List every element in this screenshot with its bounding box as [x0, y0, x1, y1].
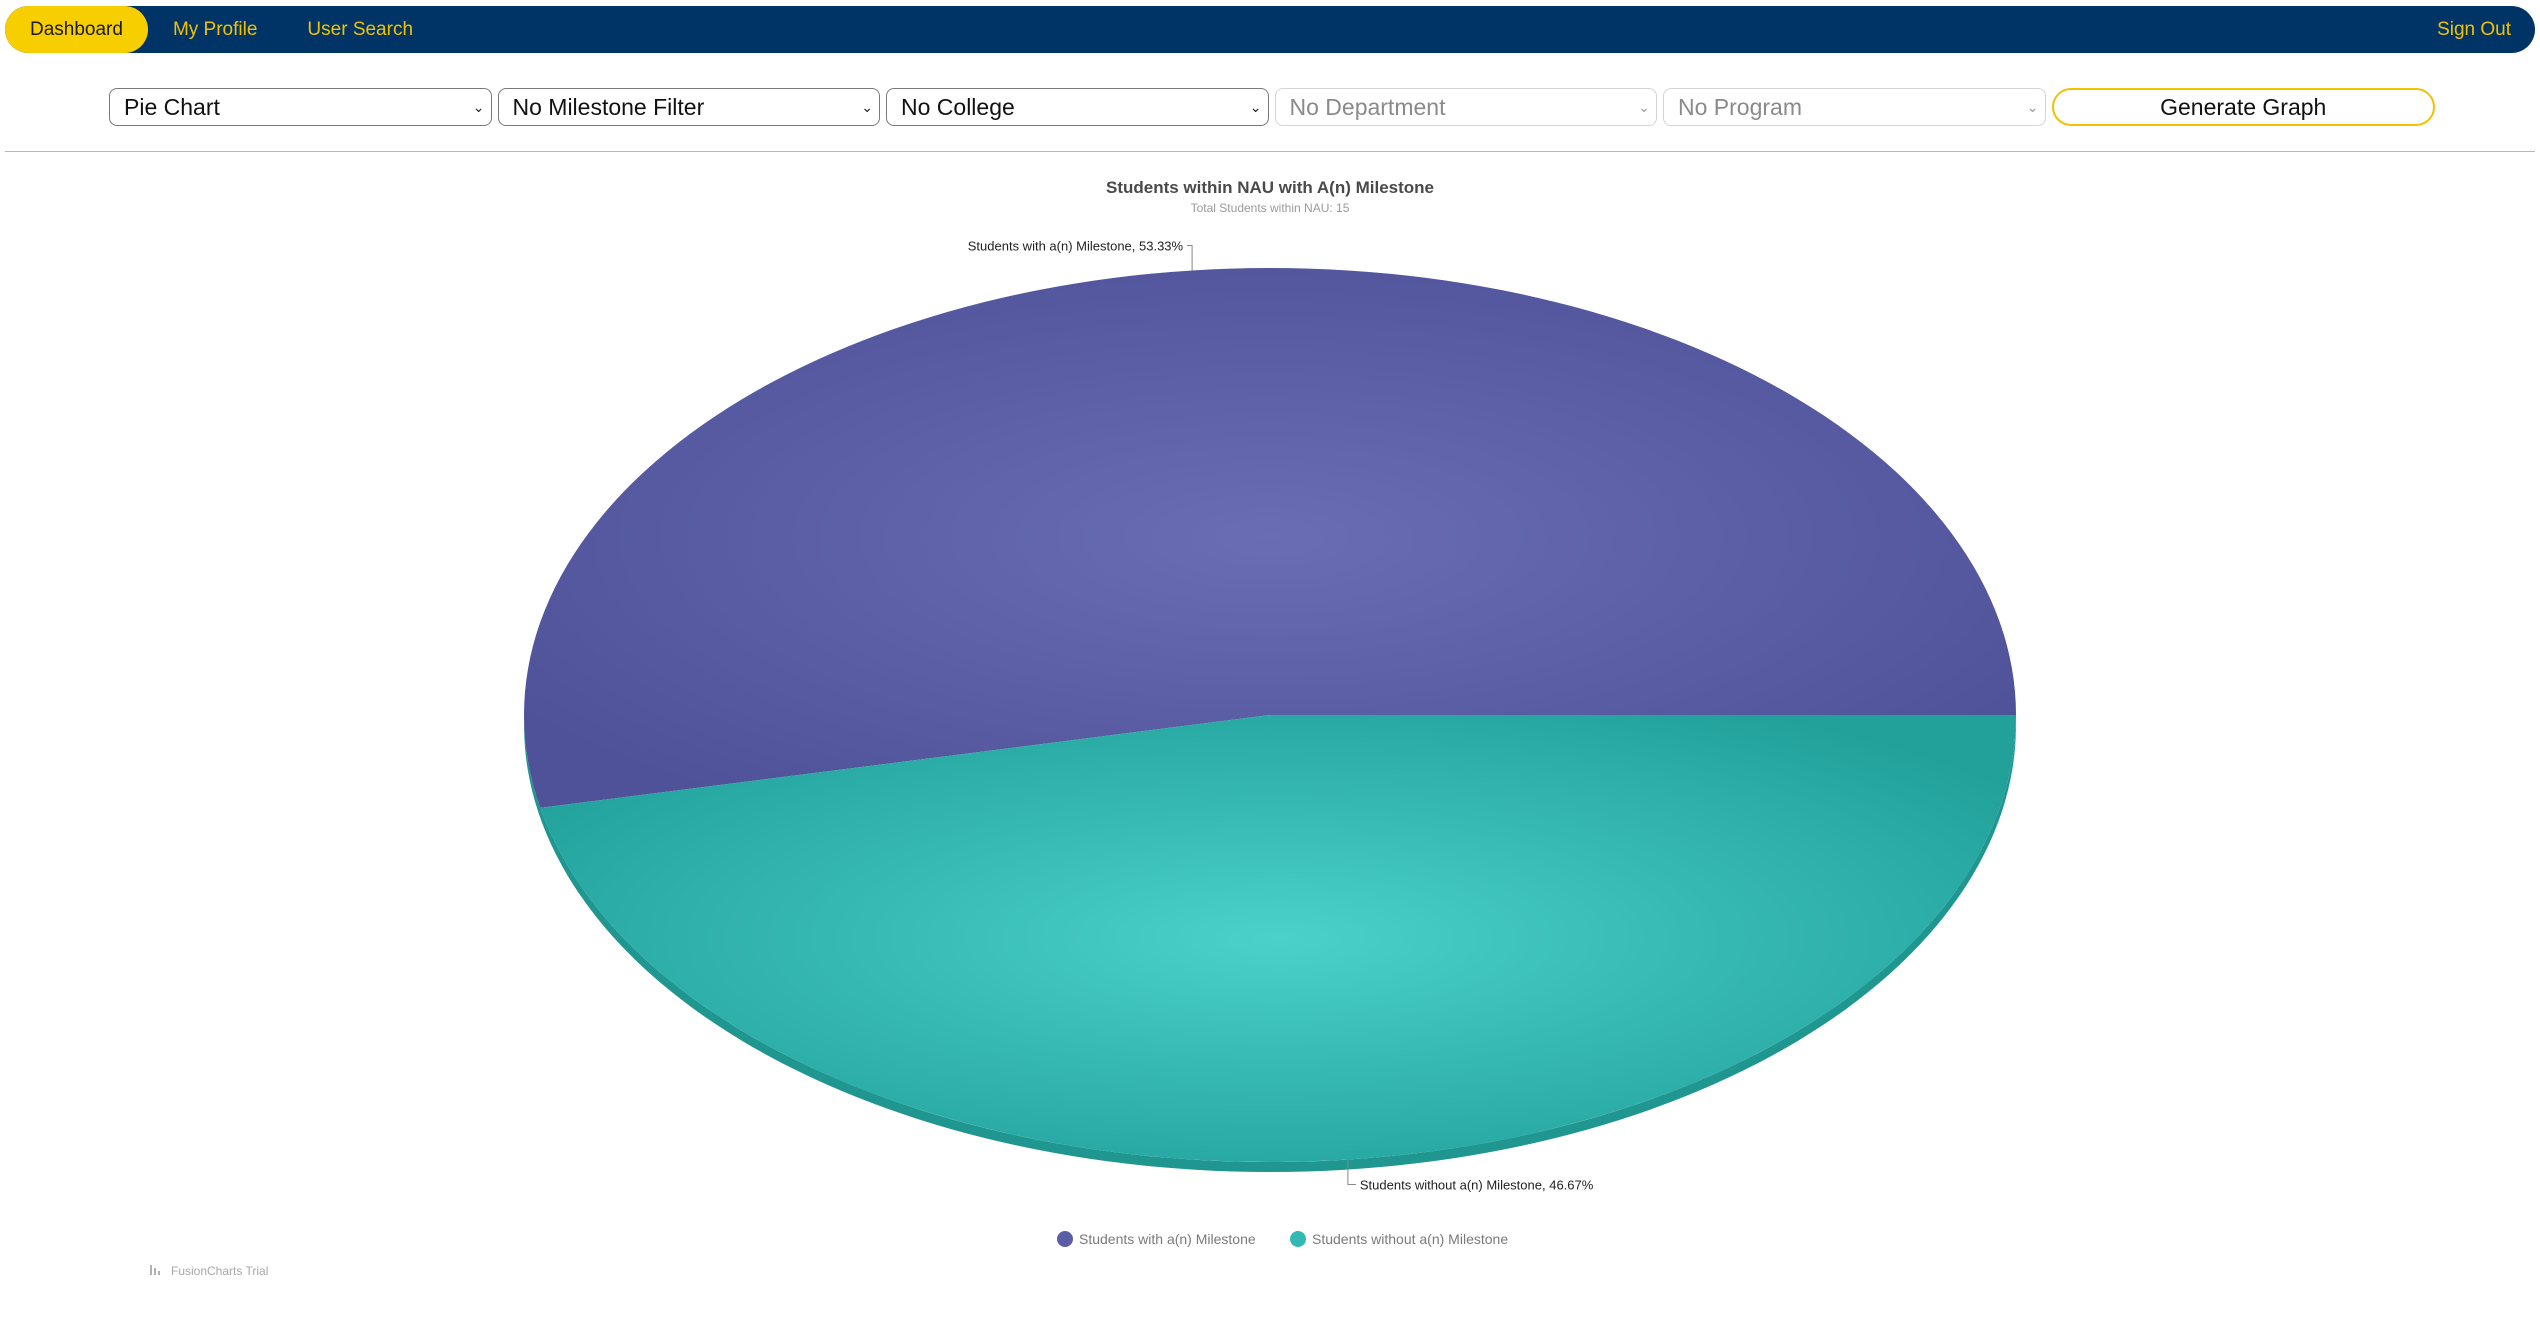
legend-marker-1[interactable]: [1057, 1231, 1073, 1247]
slice-label-1: Students with a(n) Milestone, 53.33%: [968, 238, 1184, 253]
top-navbar: Dashboard My Profile User Search Sign Ou…: [5, 6, 2535, 53]
chart-type-select[interactable]: Pie Chart ⌄: [109, 88, 492, 126]
legend-item-1[interactable]: Students with a(n) Milestone: [1079, 1231, 1256, 1247]
chevron-down-icon: ⌄: [861, 99, 873, 115]
filter-bar: Pie Chart ⌄ No Milestone Filter ⌄ No Col…: [109, 88, 2435, 126]
fusioncharts-logo-bar: [154, 1268, 156, 1275]
nav-my-profile[interactable]: My Profile: [148, 6, 282, 53]
program-select: No Program ⌄: [1663, 88, 2046, 126]
milestone-select[interactable]: No Milestone Filter ⌄: [497, 88, 880, 126]
pie-slice-2[interactable]: [540, 715, 2016, 1162]
generate-graph-button[interactable]: Generate Graph: [2051, 88, 2435, 126]
college-select[interactable]: No College ⌄: [886, 88, 1269, 126]
nav-dashboard[interactable]: Dashboard: [5, 6, 148, 53]
trial-text: FusionCharts Trial: [171, 1264, 268, 1278]
pie-chart: Students within NAU with A(n) Milestone …: [150, 178, 2017, 1278]
chevron-down-icon: ⌄: [1638, 99, 1650, 115]
chart-subtitle: Total Students within NAU: 15: [1191, 201, 1350, 215]
college-value: No College: [901, 94, 1015, 120]
slice-label-2: Students without a(n) Milestone, 46.67%: [1360, 1178, 1594, 1193]
pie-slices: [524, 268, 2017, 1172]
chevron-down-icon: ⌄: [472, 99, 485, 115]
legend-marker-2[interactable]: [1290, 1231, 1306, 1247]
department-value: No Department: [1289, 94, 1446, 120]
fusioncharts-logo-bar: [158, 1271, 160, 1275]
chart-title: Students within NAU with A(n) Milestone: [1106, 178, 1434, 197]
milestone-value: No Milestone Filter: [512, 94, 705, 120]
slice-leader-line: [1187, 244, 1193, 271]
divider: [5, 151, 2535, 152]
trial-watermark: FusionCharts Trial: [150, 1264, 268, 1278]
legend-item-2[interactable]: Students without a(n) Milestone: [1312, 1231, 1508, 1247]
chevron-down-icon: ⌄: [2026, 99, 2039, 115]
chevron-down-icon: ⌄: [1249, 99, 1262, 115]
nav-sign-out[interactable]: Sign Out: [2412, 6, 2535, 53]
program-value: No Program: [1678, 94, 1802, 120]
fusioncharts-logo-icon: [150, 1265, 152, 1275]
chart-type-value: Pie Chart: [124, 94, 220, 120]
department-select: No Department ⌄: [1274, 88, 1657, 126]
nav-user-search[interactable]: User Search: [282, 6, 438, 53]
